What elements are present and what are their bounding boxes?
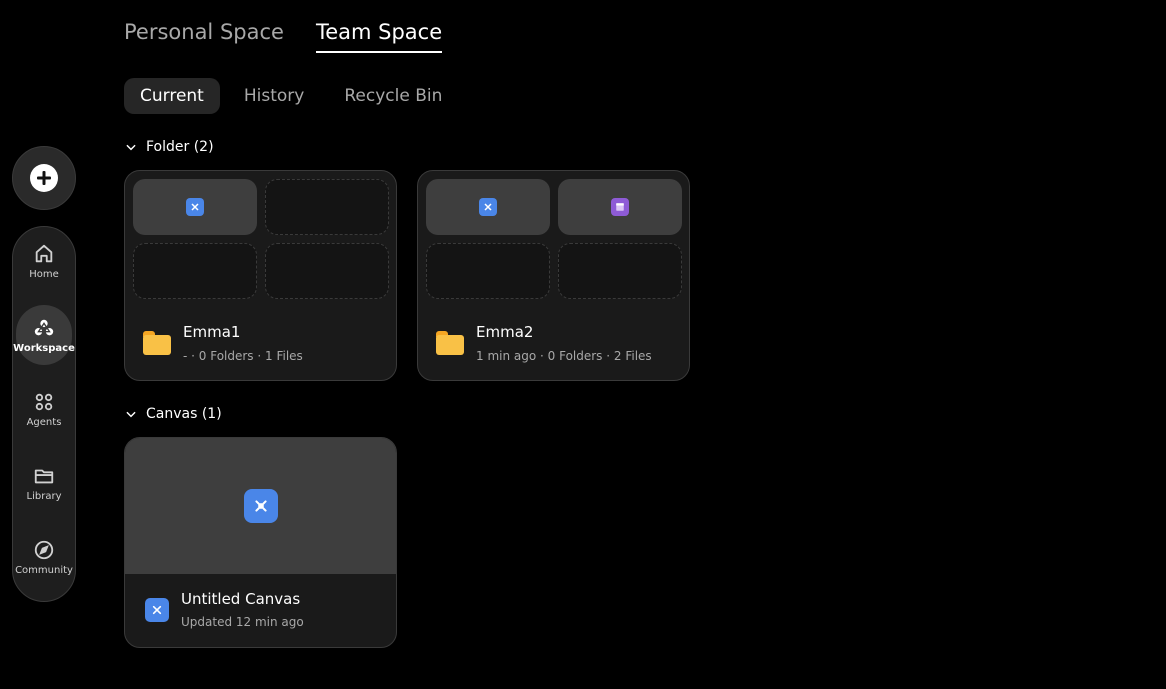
canvas-info: Untitled Canvas Updated 12 min ago [125,574,396,645]
chevron-down-icon [126,411,136,418]
folder-icon [436,331,464,355]
folder-info: Emma2 1 min ago · 0 Folders · 2 Files [426,299,681,363]
preview-slot [133,179,257,235]
tab-history[interactable]: History [228,78,320,114]
plus-circle-icon [30,164,58,192]
tab-personal-space[interactable]: Personal Space [124,20,284,53]
canvas-section-label: Canvas (1) [146,406,222,422]
preview-slot-empty [265,179,389,235]
home-icon [35,244,53,262]
sidebar-item-label: Library [26,490,62,502]
canvas-name: Untitled Canvas [181,590,301,608]
workspace-page: Home Workspace Agents Library Community … [0,0,1166,689]
preview-slot-empty [426,243,550,299]
canvas-preview [125,438,396,574]
preview-slot-empty [133,243,257,299]
sidebar-item-label: Agents [26,416,62,428]
folder-meta: 1 min ago · 0 Folders · 2 Files [476,349,652,363]
tab-current[interactable]: Current [124,78,220,114]
preview-slot-empty [558,243,682,299]
folder-section-label: Folder (2) [146,139,214,155]
tab-recycle-bin[interactable]: Recycle Bin [328,78,458,114]
canvas-icon [243,489,278,523]
folder-name: Emma1 [183,323,241,341]
document-icon [611,198,629,216]
folder-name: Emma2 [476,323,534,341]
chevron-down-icon [126,144,136,151]
workspace-icon [34,319,54,335]
folder-preview-grid [426,179,682,299]
folder-preview-grid [133,179,389,299]
agents-grid-icon [35,393,53,410]
preview-slot [558,179,682,235]
sidebar-item-label: Home [29,268,59,280]
preview-slot-empty [265,243,389,299]
canvas-icon [479,198,497,216]
sidebar-nav: Home Workspace Agents Library Community [12,226,76,602]
sidebar-item-agents[interactable]: Agents [16,379,72,439]
canvas-icon [186,198,204,216]
tab-team-space[interactable]: Team Space [315,20,443,53]
preview-slot [426,179,550,235]
canvas-card[interactable]: Untitled Canvas Updated 12 min ago [124,437,397,648]
sidebar-item-workspace[interactable]: Workspace [13,305,75,365]
folder-info: Emma1 - · 0 Folders · 1 Files [133,299,388,363]
folder-meta: - · 0 Folders · 1 Files [183,349,303,363]
space-tabs: Personal Space Team Space [124,20,443,53]
folder-icon [143,331,171,355]
canvas-icon [145,597,169,622]
folder-icon [34,469,54,483]
folder-card[interactable]: Emma2 1 min ago · 0 Folders · 2 Files [417,170,690,381]
folder-card[interactable]: Emma1 - · 0 Folders · 1 Files [124,170,397,381]
create-new-button[interactable] [12,146,76,210]
view-tabs: Current History Recycle Bin [124,78,458,114]
canvas-meta: Updated 12 min ago [181,615,304,629]
canvas-section-toggle[interactable]: Canvas (1) [124,406,222,422]
sidebar-item-community[interactable]: Community [15,527,73,587]
folder-section-toggle[interactable]: Folder (2) [124,139,214,155]
sidebar-item-library[interactable]: Library [16,453,72,513]
sidebar-item-label: Community [15,564,73,576]
compass-icon [34,540,54,559]
sidebar-item-home[interactable]: Home [16,231,72,291]
sidebar-item-label: Workspace [13,342,75,354]
